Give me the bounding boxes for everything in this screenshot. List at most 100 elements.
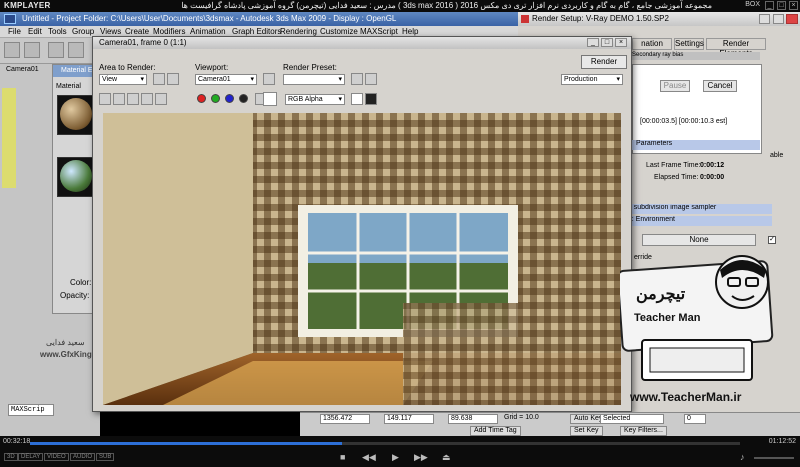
environment-checkbox[interactable]: ✓ [768, 236, 776, 244]
secondary-ray-row: Secondary ray bias [632, 52, 760, 60]
menu-animation[interactable]: Animation [190, 27, 226, 36]
tab-render-elements[interactable]: Render Elements [706, 38, 766, 58]
menu-tools[interactable]: Tools [48, 27, 67, 36]
previous-icon[interactable]: ◀◀ [362, 452, 376, 463]
render-setup-icon[interactable] [351, 73, 363, 85]
player-minimize-icon[interactable]: _ [765, 1, 774, 10]
environment-rollout[interactable]: ap: Environment [622, 216, 772, 226]
chip-delay[interactable]: DELAY [18, 453, 44, 461]
key-filters-button[interactable]: Key Filters... [620, 426, 667, 436]
environment-map-button[interactable]: None [642, 234, 756, 246]
copy-image-icon[interactable] [113, 93, 125, 105]
edit-region-icon[interactable] [153, 73, 165, 85]
setup-minimize-icon[interactable] [759, 14, 770, 24]
frame-close-icon[interactable]: × [615, 38, 627, 47]
setup-maximize-icon[interactable] [773, 14, 784, 24]
clone-window-icon[interactable] [127, 93, 139, 105]
tab-renderer[interactable]: nation [632, 38, 672, 50]
render-button[interactable]: Render [581, 55, 627, 69]
viewport-label[interactable]: Camera01 [6, 66, 39, 73]
next-icon[interactable]: ▶▶ [414, 452, 428, 463]
frame-maximize-icon[interactable]: □ [601, 38, 613, 47]
render-preset-label: Render Preset: [283, 63, 337, 72]
blue-channel-icon[interactable] [225, 94, 234, 103]
color-label: Color: [70, 278, 92, 287]
redo-icon[interactable] [24, 42, 40, 58]
current-frame-field[interactable]: 0 [684, 414, 706, 424]
environment-sphere-icon [60, 160, 92, 192]
material-slot-1[interactable] [57, 95, 95, 135]
z-coordinate-field[interactable]: 89.638 [448, 414, 498, 424]
alpha-channel-icon[interactable] [239, 94, 248, 103]
frame-minimize-icon[interactable]: _ [587, 38, 599, 47]
max-app-icon[interactable] [4, 14, 16, 24]
menu-customize[interactable]: Customize [320, 27, 358, 36]
tab-settings[interactable]: Settings [674, 38, 704, 50]
current-time: 00:32:18 [3, 438, 31, 445]
chip-3d[interactable]: 3D [4, 453, 18, 461]
render-setup-title-bar: Render Setup: V-Ray DEMO 1.50.SP2 [518, 12, 800, 26]
viewport-select[interactable]: Camera01 [195, 74, 257, 85]
material-slot-2[interactable] [57, 157, 95, 197]
total-time: 01:12:52 [768, 438, 796, 445]
display-alpha-icon[interactable] [365, 93, 377, 105]
material-menu-label[interactable]: Material [56, 83, 81, 90]
pause-button[interactable]: Pause [660, 80, 690, 92]
red-channel-icon[interactable] [197, 94, 206, 103]
area-to-render-select[interactable]: View [99, 74, 147, 85]
auto-region-icon[interactable] [167, 73, 179, 85]
menu-file[interactable]: File [8, 27, 21, 36]
play-icon[interactable]: ▶ [392, 452, 399, 463]
volume-icon[interactable]: ♪ [740, 452, 745, 462]
menu-group[interactable]: Group [72, 27, 94, 36]
channel-select[interactable]: RGB Alpha [285, 94, 345, 105]
menu-help[interactable]: Help [402, 27, 418, 36]
lock-viewport-icon[interactable] [263, 73, 275, 85]
color-swatch[interactable] [263, 92, 277, 106]
green-channel-icon[interactable] [211, 94, 220, 103]
undo-icon[interactable] [4, 42, 20, 58]
menu-edit[interactable]: Edit [28, 27, 42, 36]
toggle-ui-icon[interactable] [351, 93, 363, 105]
select-link-icon[interactable] [48, 42, 64, 58]
max-title-bar: Untitled - Project Folder: C:\Users\User… [0, 12, 520, 26]
chip-video[interactable]: VIDEO [44, 453, 69, 461]
environment-effects-icon[interactable] [365, 73, 377, 85]
elapsed-time-label: Elapsed Time: [654, 174, 699, 181]
stop-icon[interactable]: ■ [340, 452, 345, 462]
selected-dropdown[interactable]: Selected [600, 414, 664, 424]
print-image-icon[interactable] [141, 93, 153, 105]
production-select[interactable]: Production [561, 74, 623, 85]
last-frame-time-value: 0:00:12 [700, 162, 725, 169]
clear-image-icon[interactable] [155, 93, 167, 105]
unlink-icon[interactable] [68, 42, 84, 58]
player-maximize-icon[interactable]: □ [777, 1, 786, 10]
player-box-button[interactable]: BOX [745, 1, 760, 8]
set-key-button[interactable]: Set Key [570, 426, 603, 436]
maxscript-listener[interactable]: MAXScrip [8, 404, 54, 416]
volume-slider[interactable] [754, 457, 794, 459]
cancel-button[interactable]: Cancel [703, 80, 737, 92]
menu-maxscript[interactable]: MAXScript [360, 27, 398, 36]
save-image-icon[interactable] [99, 93, 111, 105]
menu-modifiers[interactable]: Modifiers [153, 27, 185, 36]
eject-icon[interactable]: ⏏ [442, 452, 451, 463]
opacity-label: Opacity: [60, 291, 90, 300]
player-close-icon[interactable]: × [789, 1, 798, 10]
menu-create[interactable]: Create [125, 27, 149, 36]
menu-rendering[interactable]: Rendering [280, 27, 317, 36]
rendered-image[interactable] [103, 113, 621, 405]
menu-graph-editors[interactable]: Graph Editors [232, 27, 281, 36]
image-sampler-rollout[interactable]: ne subdivision image sampler [622, 204, 772, 214]
teapot-icon [521, 15, 529, 23]
parameters-rollout[interactable]: Parameters [632, 140, 760, 150]
setup-close-icon[interactable] [786, 14, 798, 24]
chip-audio[interactable]: AUDIO [70, 453, 96, 461]
chip-sub[interactable]: SUB [96, 453, 115, 461]
x-coordinate-field[interactable]: 1356.472 [320, 414, 370, 424]
add-time-tag-button[interactable]: Add Time Tag [470, 426, 521, 436]
frame-title-bar: Camera01, frame 0 (1:1) _ □ × [93, 37, 631, 49]
y-coordinate-field[interactable]: 149.117 [384, 414, 434, 424]
menu-views[interactable]: Views [100, 27, 121, 36]
render-preset-select[interactable] [283, 74, 345, 85]
